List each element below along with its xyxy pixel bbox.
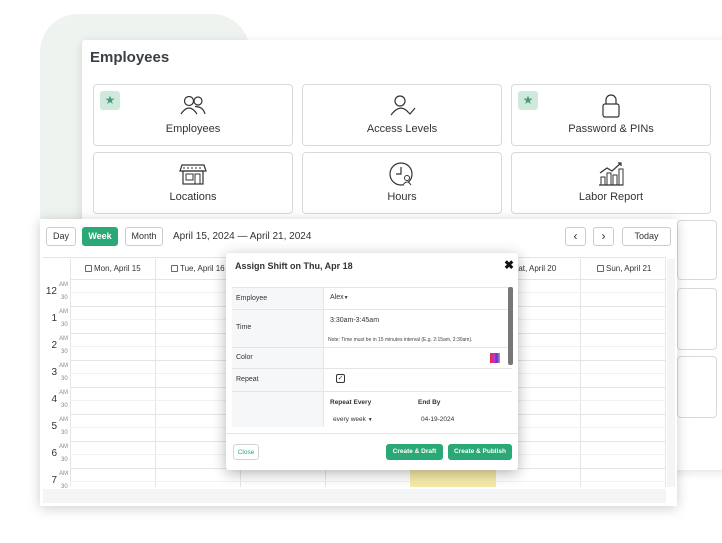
close-icon[interactable]: ✖ xyxy=(504,258,514,272)
caret-down-icon: ▼ xyxy=(367,417,373,423)
create-draft-button[interactable]: Create & Draft xyxy=(386,444,443,460)
repeat-every-label: Repeat Every xyxy=(330,399,372,406)
checkbox[interactable] xyxy=(171,265,178,272)
clock-user-icon xyxy=(389,162,413,186)
hour-label: 7 xyxy=(51,475,57,486)
half-hour-label: 30 xyxy=(61,322,68,328)
am-label: AM xyxy=(59,417,68,423)
tile-access-levels[interactable]: Access Levels xyxy=(302,84,502,146)
tile-password-pins[interactable]: ★ Password & PINs xyxy=(511,84,711,146)
day-header-mon[interactable]: Mon, April 15 xyxy=(85,264,141,273)
tile-label: Labor Report xyxy=(578,191,644,203)
tile-label: Locations xyxy=(169,191,217,203)
hour-label: 6 xyxy=(51,448,57,459)
grid-half-line xyxy=(70,481,666,482)
tile-label: Access Levels xyxy=(366,123,438,135)
time-note: Note: Time must be in 15 minutes interva… xyxy=(328,337,473,343)
repeat-options-label-cell xyxy=(232,392,324,427)
repeat-every-select[interactable]: every week ▼ xyxy=(333,416,373,423)
hour-label: 3 xyxy=(51,367,57,378)
bar-chart-trend-icon xyxy=(599,162,624,186)
repeat-label: Repeat xyxy=(232,369,324,391)
caret-down-icon: ▼ xyxy=(343,295,349,301)
hour-label: 2 xyxy=(51,340,57,351)
am-label: AM xyxy=(59,336,68,342)
checkbox[interactable] xyxy=(597,265,604,272)
am-label: AM xyxy=(59,471,68,477)
horizontal-scrollbar[interactable] xyxy=(43,489,666,503)
time-input[interactable]: 3:30am-3:45am xyxy=(330,317,379,324)
hour-label: 4 xyxy=(51,394,57,405)
hour-label: 1 xyxy=(51,313,57,324)
date-range: April 15, 2024 — April 21, 2024 xyxy=(173,231,312,242)
star-icon[interactable]: ★ xyxy=(518,91,538,110)
time-row: Time 3:30am-3:45am Note: Time must be in… xyxy=(232,309,512,347)
user-check-icon xyxy=(390,95,416,116)
half-hour-label: 30 xyxy=(61,457,68,463)
month-view-button[interactable]: Month xyxy=(125,227,163,246)
am-label: AM xyxy=(59,282,68,288)
day-header-sun[interactable]: Sun, April 21 xyxy=(597,264,651,273)
tile-label: Hours xyxy=(387,191,417,203)
time-label: Time xyxy=(232,310,324,347)
color-swatch[interactable] xyxy=(490,353,500,363)
modal-footer-divider xyxy=(226,433,518,434)
half-hour-label: 30 xyxy=(61,349,68,355)
close-button[interactable]: Close xyxy=(233,444,259,460)
half-hour-label: 30 xyxy=(61,403,68,409)
employee-select[interactable]: Alex▼ xyxy=(330,294,349,301)
am-label: AM xyxy=(59,309,68,315)
repeat-row: Repeat ✓ xyxy=(232,368,512,391)
repeat-options-row: Repeat Every End By every week ▼ 04-19-2… xyxy=(232,391,512,427)
star-icon[interactable]: ★ xyxy=(100,91,120,110)
tile-hidden[interactable] xyxy=(677,288,717,350)
half-hour-label: 30 xyxy=(61,430,68,436)
storefront-icon xyxy=(179,164,207,185)
end-by-label: End By xyxy=(418,399,441,406)
am-label: AM xyxy=(59,444,68,450)
tile-label: Employees xyxy=(165,123,221,135)
end-by-input[interactable]: 04-19-2024 xyxy=(421,416,454,423)
tile-hidden[interactable] xyxy=(677,220,717,280)
modal-scrollbar[interactable] xyxy=(508,287,513,365)
page-title: Employees xyxy=(90,49,170,66)
color-row: Color xyxy=(232,347,512,368)
am-label: AM xyxy=(59,390,68,396)
tile-employees[interactable]: ★ Employees xyxy=(93,84,293,146)
employee-label: Employee xyxy=(232,288,324,309)
shift-block[interactable] xyxy=(410,470,495,487)
modal-title: Assign Shift on Thu, Apr 18 xyxy=(235,261,353,271)
half-hour-label: 30 xyxy=(61,295,68,301)
tile-hours[interactable]: Hours xyxy=(302,152,502,214)
prev-week-button[interactable]: ‹ xyxy=(565,227,586,246)
assign-shift-modal: Assign Shift on Thu, Apr 18 ✖ Employee A… xyxy=(226,253,518,470)
today-button[interactable]: Today xyxy=(622,227,671,246)
tile-locations[interactable]: Locations xyxy=(93,152,293,214)
checkbox[interactable] xyxy=(85,265,92,272)
users-icon xyxy=(180,95,206,115)
tile-label: Password & PINs xyxy=(568,123,654,135)
day-view-button[interactable]: Day xyxy=(46,227,76,246)
next-week-button[interactable]: › xyxy=(593,227,614,246)
half-hour-label: 30 xyxy=(61,376,68,382)
week-view-button[interactable]: Week xyxy=(82,227,118,246)
tile-hidden[interactable] xyxy=(677,356,717,418)
day-header-tue[interactable]: Tue, April 16 xyxy=(171,264,225,273)
repeat-checkbox[interactable]: ✓ xyxy=(336,374,345,383)
tile-labor-report[interactable]: Labor Report xyxy=(511,152,711,214)
create-publish-button[interactable]: Create & Publish xyxy=(448,444,512,460)
am-label: AM xyxy=(59,363,68,369)
vertical-scrollbar[interactable] xyxy=(667,259,675,487)
hour-label: 5 xyxy=(51,421,57,432)
day-header-sat[interactable]: Sat, April 20 xyxy=(513,264,556,273)
color-label: Color xyxy=(232,348,324,368)
employee-row: Employee Alex▼ xyxy=(232,287,512,309)
hour-label: 12 xyxy=(45,286,57,297)
lock-icon xyxy=(602,94,620,118)
